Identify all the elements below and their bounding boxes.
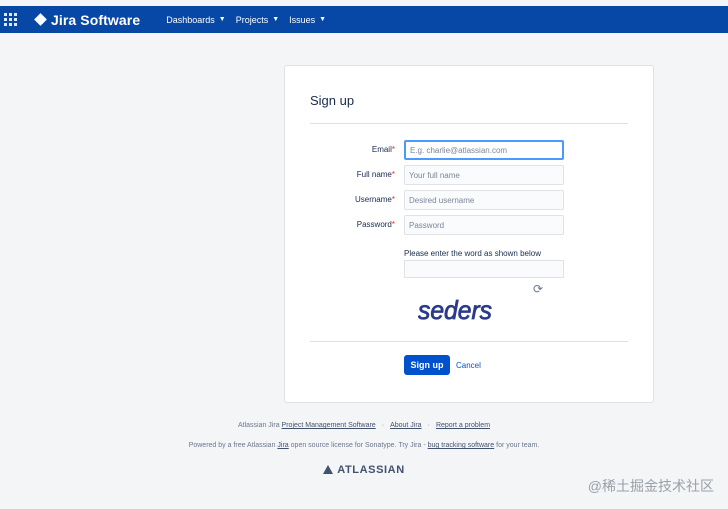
username-label: Username* bbox=[354, 195, 395, 204]
atlassian-wordmark: ATLASSIAN bbox=[337, 464, 405, 476]
captcha-image: seders bbox=[418, 297, 492, 324]
email-row: Email* bbox=[285, 140, 655, 160]
project-management-link[interactable]: Project Management Software bbox=[282, 422, 376, 429]
jira-diamond-icon bbox=[34, 13, 47, 26]
signup-button[interactable]: Sign up bbox=[404, 355, 450, 375]
fullname-label: Full name* bbox=[356, 170, 395, 179]
password-label: Password* bbox=[356, 220, 395, 229]
email-label: Email* bbox=[371, 145, 395, 154]
watermark: @稀土掘金技术社区 bbox=[587, 478, 714, 494]
divider bbox=[310, 341, 628, 342]
license-prefix: Powered by a free Atlassian bbox=[188, 442, 276, 449]
fullname-field[interactable] bbox=[404, 165, 564, 185]
nav-issues-label: Issues bbox=[289, 14, 316, 25]
captcha-input[interactable] bbox=[404, 260, 564, 278]
bug-tracking-link[interactable]: bug tracking software bbox=[428, 442, 495, 449]
brand-name: Jira Software bbox=[51, 11, 141, 28]
license-suffix: for your team. bbox=[496, 442, 540, 449]
jira-link[interactable]: Jira bbox=[277, 442, 288, 449]
chevron-down-icon: ▼ bbox=[272, 16, 280, 23]
chevron-down-icon: ▼ bbox=[218, 16, 226, 23]
nav-projects[interactable]: Projects ▼ bbox=[236, 15, 279, 25]
license-text: open source license for Sonatype. Try Ji… bbox=[290, 442, 426, 449]
signup-card: Sign up Email* Full name* Username* Pass… bbox=[284, 65, 654, 403]
chevron-down-icon: ▼ bbox=[319, 16, 327, 23]
nav-dashboards-label: Dashboards bbox=[166, 14, 215, 25]
password-row: Password* bbox=[285, 215, 655, 235]
email-field[interactable] bbox=[404, 140, 564, 160]
footer-prefix: Atlassian Jira bbox=[237, 422, 280, 429]
atlassian-logo[interactable]: ATLASSIAN bbox=[0, 464, 728, 476]
footer-links: Atlassian Jira Project Management Softwa… bbox=[237, 422, 491, 429]
jira-logo[interactable]: Jira Software bbox=[34, 11, 141, 28]
password-field[interactable] bbox=[404, 215, 564, 235]
captcha-word: seders bbox=[418, 297, 492, 324]
fullname-row: Full name* bbox=[285, 165, 655, 185]
captcha-label: Please enter the word as shown below bbox=[404, 249, 541, 258]
report-problem-link[interactable]: Report a problem bbox=[436, 422, 490, 429]
top-navigation-bar: Jira Software Dashboards ▼ Projects ▼ Issu… bbox=[0, 6, 728, 33]
username-field[interactable] bbox=[404, 190, 564, 210]
nav-issues[interactable]: Issues ▼ bbox=[289, 15, 326, 25]
divider bbox=[310, 123, 628, 124]
username-row: Username* bbox=[285, 190, 655, 210]
footer-license: Powered by a free Atlassian Jira open so… bbox=[0, 442, 728, 449]
cancel-link[interactable]: Cancel bbox=[456, 361, 481, 370]
main-nav: Dashboards ▼ Projects ▼ Issues ▼ bbox=[166, 15, 336, 25]
about-jira-link[interactable]: About Jira bbox=[390, 422, 422, 429]
nav-projects-label: Projects bbox=[235, 14, 269, 25]
atlassian-triangle-icon bbox=[323, 465, 334, 474]
refresh-captcha-icon[interactable]: ⟳ bbox=[533, 282, 543, 296]
app-switcher-icon[interactable] bbox=[4, 12, 20, 28]
nav-dashboards[interactable]: Dashboards ▼ bbox=[166, 15, 225, 25]
page-title: Sign up bbox=[310, 93, 355, 108]
